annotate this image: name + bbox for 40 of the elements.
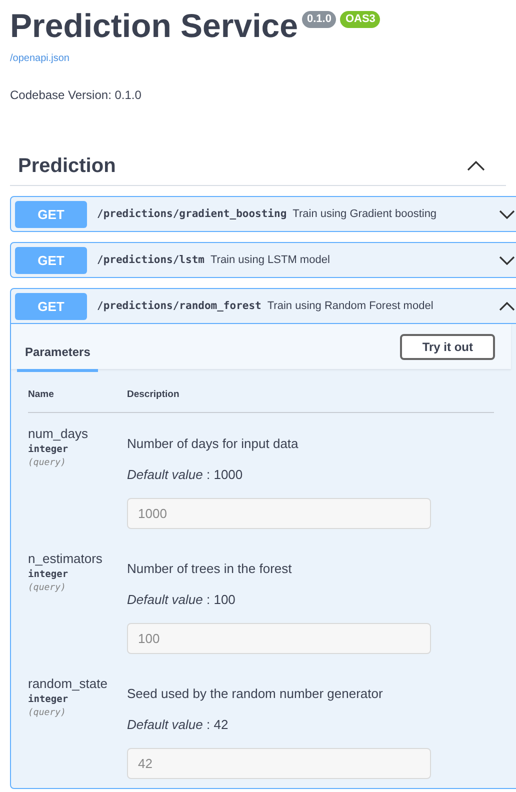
method-badge: GET xyxy=(15,200,87,228)
chevron-icon xyxy=(499,256,515,264)
parameter-name: num_days xyxy=(28,426,88,441)
parameters-tab[interactable]: Parameters xyxy=(17,331,98,372)
parameter-location: (query) xyxy=(28,458,66,468)
section-title: Prediction xyxy=(18,154,116,178)
parameter-name: n_estimators xyxy=(28,551,102,566)
operation-summary[interactable]: GET /predictions/gradient_boosting Train using Gradient boosting xyxy=(11,197,516,231)
parameter-description: Number of days for input data xyxy=(127,436,298,451)
parameter-location: (query) xyxy=(28,583,66,593)
chevron-icon xyxy=(467,161,485,171)
section-header[interactable]: Prediction xyxy=(10,147,506,186)
column-header: Name xyxy=(28,389,55,400)
parameter-description: Seed used by the random number generator xyxy=(127,686,383,701)
try-it-out-button[interactable]: Try it out xyxy=(400,334,495,360)
method-badge: GET xyxy=(15,246,87,274)
parameter-description: Number of trees in the forest xyxy=(127,561,292,576)
method-badge: GET xyxy=(15,292,87,320)
endpoint-path: /predictions/lstm xyxy=(97,254,204,266)
parameter-location: (query) xyxy=(28,708,66,718)
default-value-text: Default value : 42 xyxy=(127,717,228,732)
endpoint-summary: Train using Random Forest model xyxy=(267,300,434,312)
parameter-type: integer xyxy=(28,569,68,580)
description-text: Codebase Version: 0.1.0 xyxy=(10,88,142,102)
version-badge: 0.1.0 xyxy=(302,11,336,28)
endpoint-path: /predictions/random_forest xyxy=(97,300,262,312)
page-title: Prediction Service xyxy=(10,6,298,46)
chevron-icon xyxy=(499,210,515,218)
default-value-text: Default value : 1000 xyxy=(127,467,243,482)
chevron-icon xyxy=(499,302,515,310)
parameter-type: integer xyxy=(28,444,68,455)
column-header: Description xyxy=(127,389,180,400)
default-value-text: Default value : 100 xyxy=(127,592,236,607)
endpoint-path: /predictions/gradient_boosting xyxy=(97,208,287,220)
endpoint-summary: Train using Gradient boosting xyxy=(292,208,437,220)
operation-summary[interactable]: GET /predictions/lstm Train using LSTM model xyxy=(11,243,516,277)
version-badge: OAS3 xyxy=(340,11,380,28)
parameter-name: random_state xyxy=(28,676,108,691)
parameter-type: integer xyxy=(28,694,68,705)
endpoint-summary: Train using LSTM model xyxy=(210,254,330,266)
